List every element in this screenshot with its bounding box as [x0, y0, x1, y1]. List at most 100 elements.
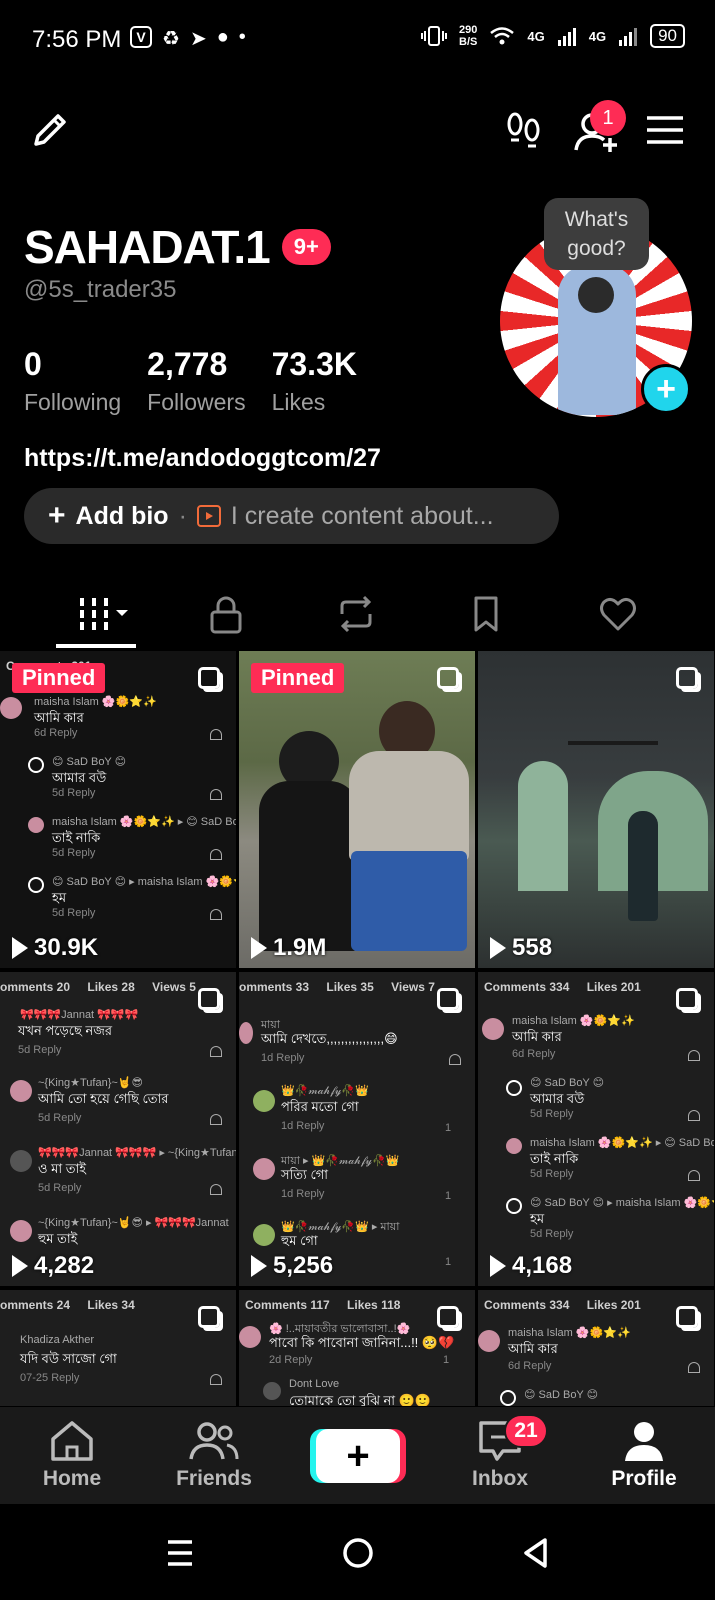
profile-views-button[interactable]	[502, 108, 546, 152]
commenter-avatar	[28, 757, 44, 773]
nav-profile[interactable]: Profile	[584, 1419, 704, 1491]
likes-count: Likes 201	[586, 1298, 641, 1312]
video-thumbnail[interactable]: Comments 201 maisha Islam 🌸🌼⭐✨ আমি কার 6…	[0, 651, 236, 968]
video-thumbnail[interactable]: omments 24 Likes 34 Khadiza Akther যদি ব…	[0, 1290, 236, 1406]
video-thumbnail[interactable]: Pinned 1.9M	[239, 651, 475, 968]
video-thumbnail[interactable]: omments 33 Likes 35 Views 7 মায়া আমি দে…	[239, 972, 475, 1286]
play-icon	[12, 937, 28, 959]
recent-apps-button[interactable]	[160, 1535, 200, 1571]
content-tabs	[0, 584, 715, 650]
comment-like-icon	[688, 1110, 700, 1121]
status-right-icons: 290 B/S 4G 4G 90	[421, 24, 685, 48]
add-friend-notification-badge: 1	[590, 100, 626, 136]
profile-name-badge[interactable]: 9+	[281, 229, 331, 265]
comments-count: Comments 334	[484, 980, 570, 994]
comment-text: আমি কার	[512, 1029, 562, 1044]
tab-videos[interactable]	[64, 590, 136, 638]
avatar-person-head	[578, 277, 614, 313]
view-count: 4,282	[12, 1252, 94, 1280]
comment-meta: 07-25 Reply	[20, 1372, 80, 1384]
add-story-button[interactable]: +	[641, 364, 691, 414]
hamburger-menu-icon	[647, 116, 683, 144]
comments-count: Comments 117	[245, 1298, 330, 1312]
friends-icon	[154, 1419, 274, 1463]
add-bio-button[interactable]: + Add bio · I create content about...	[24, 488, 559, 544]
tab-liked[interactable]	[588, 590, 648, 638]
comment-meta: 1d Reply	[261, 1052, 305, 1064]
video-thumbnail[interactable]: Comments 334 Likes 201 maisha Islam 🌸🌼⭐✨…	[478, 1290, 714, 1406]
nav-home[interactable]: Home	[12, 1419, 132, 1491]
nav-label: Profile	[611, 1467, 677, 1490]
multi-photo-icon	[676, 1306, 698, 1328]
vpn-icon: V	[130, 26, 152, 48]
comment-text: হুম গো	[281, 1233, 318, 1248]
back-button[interactable]	[516, 1535, 556, 1571]
comment-text: পাবো কি পাবোনা জানিনা...!! 🥺💔	[269, 1335, 455, 1350]
multi-photo-icon	[437, 1306, 459, 1328]
photo-person-silhouette	[628, 811, 658, 921]
speed-value: 290	[459, 24, 478, 36]
comments-header: omments 33 Likes 35 Views 7	[239, 980, 449, 994]
comment-meta: 6d Reply	[508, 1360, 552, 1372]
commenter-name: maisha Islam 🌸🌼⭐✨	[34, 696, 157, 708]
profile-username: @5s_trader35	[24, 276, 177, 303]
commenter-avatar	[263, 1382, 281, 1400]
commenter-name: maisha Islam 🌸🌼⭐✨ ▸ 😊 SaD BoY 😊	[530, 1137, 714, 1149]
view-count-value: 5,256	[273, 1252, 334, 1279]
comment-like-icon	[210, 1114, 222, 1125]
commenter-name: 😊 SaD BoY 😊	[530, 1077, 605, 1089]
recents-icon	[168, 1540, 192, 1566]
nav-friends[interactable]: Friends	[154, 1419, 274, 1491]
comment-text: হুম তাই	[38, 1231, 78, 1246]
commenter-name: 👑🥀𝓂𝒶𝒽𝒻𝓎🥀👑	[281, 1085, 369, 1097]
system-nav-bar	[0, 1505, 715, 1600]
video-thumbnail[interactable]: omments 20 Likes 28 Views 5 🎀🎀🎀Jannat 🎀🎀…	[0, 972, 236, 1286]
video-thumbnail[interactable]: Comments 117 Likes 118 🌸 !..মায়াবতীর ভা…	[239, 1290, 475, 1406]
footprints-icon	[507, 112, 540, 148]
status-bar: 7:56 PM V ♻ ➤ ● • 290 B/S 4G 4G 90	[0, 0, 715, 80]
telegram-icon: ➤	[189, 28, 207, 50]
comment-like-icon	[449, 1054, 461, 1065]
profile-name-row: SAHADAT.1 9+	[24, 220, 331, 274]
play-square-icon	[196, 505, 221, 527]
back-triangle-icon	[524, 1538, 547, 1568]
video-thumbnail[interactable]: 558	[478, 651, 714, 968]
stat-followers[interactable]: 2,778 Followers	[147, 346, 245, 416]
comment-like-icon	[210, 1046, 222, 1057]
comment-meta: 6d Reply	[34, 727, 78, 739]
pinned-badge: Pinned	[251, 663, 345, 693]
tab-reposts[interactable]	[326, 590, 386, 638]
stat-following[interactable]: 0 Following	[24, 346, 121, 416]
menu-button[interactable]	[645, 112, 685, 148]
photo-person-jeans	[351, 851, 467, 951]
comment-like-icon	[210, 1184, 222, 1195]
add-bio-label: Add bio	[75, 501, 169, 530]
commenter-name: 😊 SaD BoY 😊	[524, 1389, 599, 1401]
create-button[interactable]: +	[316, 1429, 400, 1483]
comment-text: ও মা তাই	[38, 1161, 87, 1176]
view-count: 1.9M	[251, 934, 326, 962]
comment-text: যদি বউ সাজো গো	[20, 1351, 117, 1366]
edit-profile-button[interactable]	[28, 108, 72, 152]
commenter-avatar	[0, 697, 22, 719]
commenter-avatar	[482, 1018, 504, 1040]
pinned-badge: Pinned	[12, 663, 106, 693]
commenter-name: Dont Love	[289, 1378, 340, 1390]
tab-favorites[interactable]	[456, 590, 516, 638]
multi-photo-icon	[676, 988, 698, 1010]
home-icon	[12, 1419, 132, 1463]
multi-photo-icon	[437, 988, 459, 1010]
profile-link[interactable]: https://t.me/andodoggtcom/27	[24, 444, 381, 473]
comment-meta: 2d Reply	[269, 1354, 313, 1366]
commenter-avatar	[28, 817, 44, 833]
commenter-name: 🎀🎀🎀Jannat 🎀🎀🎀	[20, 1009, 139, 1021]
view-count: 4,168	[490, 1252, 572, 1280]
stat-likes[interactable]: 73.3K Likes	[272, 346, 357, 416]
home-system-button[interactable]	[338, 1535, 378, 1571]
comment-meta: 5d Reply	[38, 1112, 82, 1124]
comment-meta: 5d Reply	[38, 1182, 82, 1194]
comments-header: omments 20 Likes 28 Views 5	[0, 980, 210, 994]
status-bubble[interactable]: What's good?	[544, 198, 649, 270]
video-thumbnail[interactable]: Comments 334 Likes 201 maisha Islam 🌸🌼⭐✨…	[478, 972, 714, 1286]
tab-private[interactable]	[196, 590, 256, 638]
